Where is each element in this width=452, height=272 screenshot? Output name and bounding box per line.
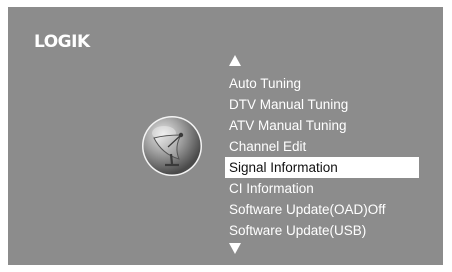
brand-logo: LOGIK bbox=[34, 32, 90, 52]
satellite-dish-icon bbox=[142, 116, 202, 176]
menu-item-ci-information[interactable]: CI Information bbox=[225, 178, 419, 199]
menu-item-channel-edit[interactable]: Channel Edit bbox=[225, 136, 419, 157]
triangle-up-icon[interactable] bbox=[229, 55, 241, 66]
tv-frame: LOGIK Auto Tuning DTV Manual Tuning ATV … bbox=[0, 0, 452, 272]
menu-item-atv-manual-tuning[interactable]: ATV Manual Tuning bbox=[225, 115, 419, 136]
menu-item-signal-information[interactable]: Signal Information bbox=[225, 157, 419, 178]
tv-screen: LOGIK Auto Tuning DTV Manual Tuning ATV … bbox=[8, 7, 443, 265]
menu-item-dtv-manual-tuning[interactable]: DTV Manual Tuning bbox=[225, 94, 419, 115]
menu-item-software-update-usb[interactable]: Software Update(USB) bbox=[225, 220, 419, 241]
menu-item-software-update-oad[interactable]: Software Update(OAD)Off bbox=[225, 199, 419, 220]
tuning-menu: Auto Tuning DTV Manual Tuning ATV Manual… bbox=[225, 73, 419, 241]
triangle-down-icon[interactable] bbox=[229, 243, 241, 254]
menu-item-auto-tuning[interactable]: Auto Tuning bbox=[225, 73, 419, 94]
